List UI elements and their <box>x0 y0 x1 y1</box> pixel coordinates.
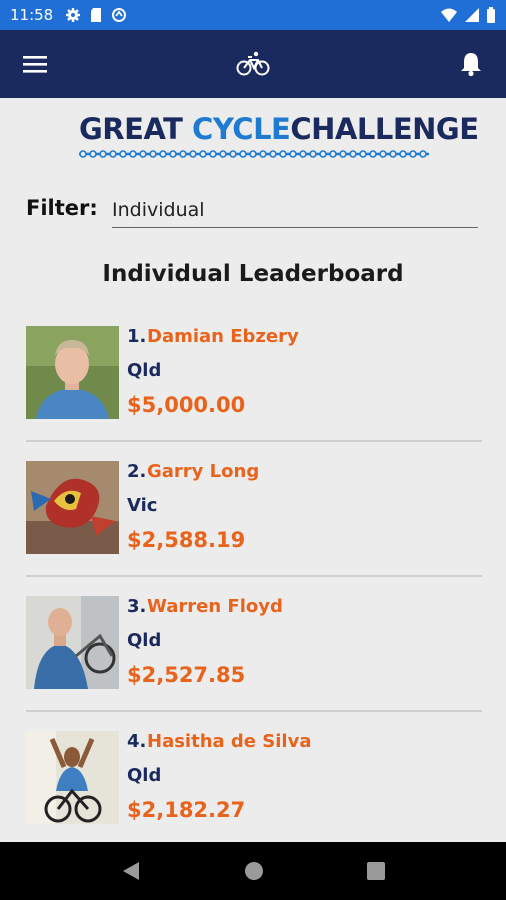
entry-rank: 4. <box>127 731 147 752</box>
app-bar <box>0 30 506 98</box>
avatar <box>26 326 119 419</box>
entry-amount: $2,588.19 <box>127 528 246 552</box>
status-time: 11:58 <box>10 6 54 24</box>
entry-state: Vic <box>127 495 158 516</box>
entry-state: Qld <box>127 765 162 786</box>
entry-name: Warren Floyd <box>147 596 283 617</box>
settings-icon <box>66 8 81 22</box>
entry-name: Hasitha de Silva <box>147 731 312 752</box>
status-notification-icons <box>65 7 127 23</box>
leaderboard-entry[interactable]: 4. Hasitha de Silva Qld $2,182.27 <box>26 731 482 842</box>
sd-card-icon <box>91 8 102 22</box>
wifi-icon <box>441 8 457 22</box>
filter-label: Filter: <box>26 196 98 220</box>
logo-word-cycle: CYCLE <box>192 112 291 146</box>
logo-word-challenge: CHALLENGE <box>290 112 479 146</box>
entry-state: Qld <box>127 630 162 651</box>
filter-dropdown[interactable]: Individual <box>112 196 478 228</box>
entry-rank: 2. <box>127 461 147 482</box>
recents-icon[interactable] <box>366 862 385 880</box>
logo-word-great: GREAT <box>79 112 183 146</box>
avatar <box>26 461 119 554</box>
system-nav-bar <box>0 842 506 900</box>
entry-name: Damian Ebzery <box>147 326 299 347</box>
signal-icon <box>465 8 479 22</box>
divider <box>26 575 482 577</box>
bicycle-icon <box>236 47 270 81</box>
avatar <box>26 731 119 824</box>
entry-amount: $5,000.00 <box>127 393 246 417</box>
entry-rank: 1. <box>127 326 147 347</box>
entry-state: Qld <box>127 360 162 381</box>
avatar <box>26 596 119 689</box>
entry-name: Garry Long <box>147 461 260 482</box>
logo-text: GREAT CYCLECHALLENGE <box>79 112 479 146</box>
entry-amount: $2,527.85 <box>127 663 246 687</box>
divider <box>26 710 482 712</box>
great-cycle-challenge-logo: GREAT CYCLECHALLENGE <box>79 112 479 160</box>
entry-amount: $2,182.27 <box>127 798 246 822</box>
leaderboard-entry[interactable]: 3. Warren Floyd Qld $2,527.85 <box>26 596 482 731</box>
back-icon[interactable] <box>121 860 141 882</box>
leaderboard-entry[interactable]: 1. Damian Ebzery Qld $5,000.00 <box>26 326 482 461</box>
home-icon[interactable] <box>244 861 264 881</box>
bell-icon[interactable] <box>454 47 488 81</box>
data-saver-icon <box>112 8 127 22</box>
leaderboard-entry[interactable]: 2. Garry Long Vic $2,588.19 <box>26 461 482 596</box>
main-content: GREAT CYCLECHALLENGE Filter: Individual … <box>0 98 506 842</box>
hamburger-icon[interactable] <box>18 47 52 81</box>
divider <box>26 440 482 442</box>
bike-chain-icon <box>79 150 429 158</box>
status-bar: 11:58 <box>0 0 506 30</box>
battery-icon <box>487 7 495 23</box>
leaderboard-title: Individual Leaderboard <box>102 261 404 287</box>
status-system-icons <box>440 7 496 23</box>
entry-rank: 3. <box>127 596 147 617</box>
